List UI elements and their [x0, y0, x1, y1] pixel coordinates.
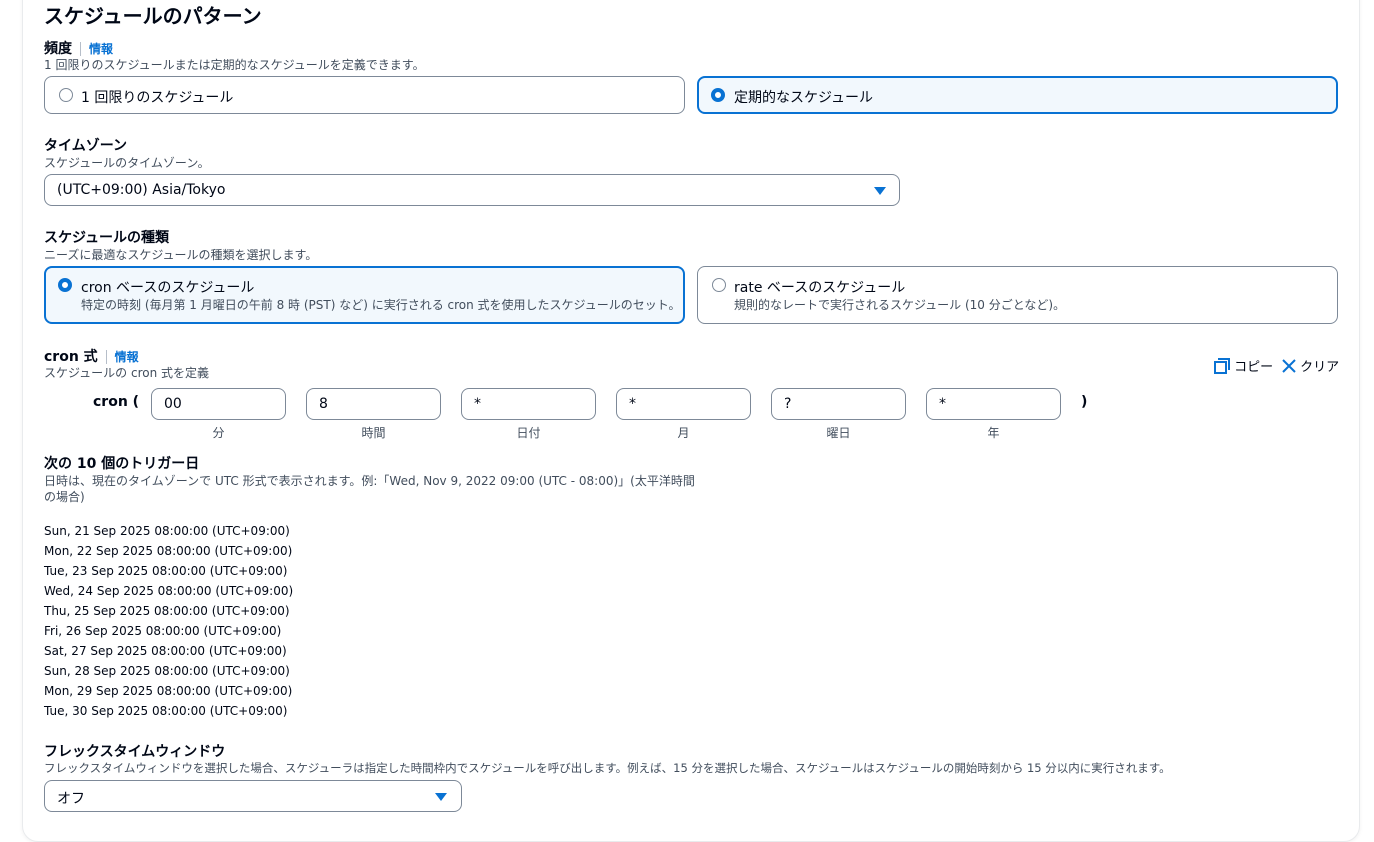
one-time-schedule-tile[interactable]: 1 回限りのスケジュール: [44, 76, 685, 114]
copy-icon: [1214, 358, 1230, 374]
cron-day-of-month-input[interactable]: [461, 388, 596, 420]
rate-radio[interactable]: [712, 278, 726, 292]
copy-button[interactable]: コピー: [1214, 356, 1273, 375]
cron-month-caption: 月: [677, 426, 690, 440]
cron-minutes-input[interactable]: [151, 388, 286, 420]
cron-label-row: cron 式 情報: [44, 346, 139, 366]
trigger-date: Wed, 24 Sep 2025 08:00:00 (UTC+09:00): [44, 584, 294, 598]
triggers-description-line2: の場合): [44, 490, 85, 504]
flex-window-label: フレックスタイムウィンドウ: [44, 744, 226, 760]
caret-down-icon: [874, 187, 886, 195]
frequency-label: 頻度: [44, 41, 72, 57]
trigger-date: Sat, 27 Sep 2025 08:00:00 (UTC+09:00): [44, 644, 287, 658]
clear-label: クリア: [1300, 360, 1340, 375]
schedule-type-description: ニーズに最適なスケジュールの種類を選択します。: [44, 248, 318, 262]
cron-day-of-week-input[interactable]: [771, 388, 906, 420]
frequency-description: 1 回限りのスケジュールまたは定期的なスケジュールを定義できます。: [44, 58, 425, 72]
frequency-info-link[interactable]: 情報: [89, 42, 113, 56]
trigger-date: Fri, 26 Sep 2025 08:00:00 (UTC+09:00): [44, 624, 282, 638]
cron-open-paren: cron (: [93, 394, 140, 410]
cron-tile-description: 特定の時刻 (毎月第 1 月曜日の午前 8 時 (PST) など) に実行される…: [81, 298, 681, 312]
one-time-label: 1 回限りのスケジュール: [81, 90, 234, 106]
caret-down-icon: [435, 793, 447, 801]
recurring-label: 定期的なスケジュール: [734, 90, 874, 106]
flex-window-value: オフ: [57, 791, 85, 807]
cron-schedule-tile[interactable]: cron ベースのスケジュール 特定の時刻 (毎月第 1 月曜日の午前 8 時 …: [44, 266, 685, 324]
timezone-value: (UTC+09:00) Asia/Tokyo: [57, 182, 226, 198]
cron-tile-title: cron ベースのスケジュール: [81, 280, 255, 296]
cron-day-of-week-caption: 曜日: [826, 426, 851, 440]
trigger-date: Sun, 21 Sep 2025 08:00:00 (UTC+09:00): [44, 524, 290, 538]
cron-day-of-month-caption: 日付: [516, 426, 541, 440]
frequency-label-row: 頻度 情報: [44, 38, 113, 58]
trigger-date: Thu, 25 Sep 2025 08:00:00 (UTC+09:00): [44, 604, 290, 618]
one-time-radio[interactable]: [59, 88, 73, 102]
divider: [80, 42, 81, 56]
rate-tile-title: rate ベースのスケジュール: [734, 280, 906, 296]
flex-window-select[interactable]: オフ: [44, 780, 462, 812]
schedule-type-label: スケジュールの種類: [44, 230, 170, 246]
cron-description: スケジュールの cron 式を定義: [44, 366, 210, 380]
cron-year-input[interactable]: [926, 388, 1061, 420]
cron-hours-input[interactable]: [306, 388, 441, 420]
divider: [105, 350, 107, 364]
cron-info-link[interactable]: 情報: [115, 350, 139, 364]
section-title: スケジュールのパターン: [44, 4, 262, 28]
rate-tile-description: 規則的なレートで実行されるスケジュール (10 分ごとなど)。: [734, 298, 1066, 312]
close-icon: [1282, 359, 1296, 373]
cron-year-caption: 年: [987, 426, 1000, 440]
cron-radio[interactable]: [58, 278, 72, 292]
trigger-date: Sun, 28 Sep 2025 08:00:00 (UTC+09:00): [44, 664, 290, 678]
trigger-date: Mon, 22 Sep 2025 08:00:00 (UTC+09:00): [44, 544, 293, 558]
timezone-label: タイムゾーン: [44, 138, 128, 154]
cron-month-input[interactable]: [616, 388, 751, 420]
triggers-description-line1: 日時は、現在のタイムゾーンで UTC 形式で表示されます。例:「Wed, Nov…: [44, 474, 695, 488]
cron-close-paren: ): [1081, 394, 1088, 410]
recurring-schedule-tile[interactable]: 定期的なスケジュール: [697, 76, 1338, 114]
cron-label: cron 式: [44, 349, 98, 365]
flex-window-description: フレックスタイムウィンドウを選択した場合、スケジューラは指定した時間枠内でスケジ…: [44, 761, 1171, 775]
cron-minutes-caption: 分: [212, 426, 225, 440]
trigger-date: Tue, 30 Sep 2025 08:00:00 (UTC+09:00): [44, 704, 288, 718]
timezone-select[interactable]: (UTC+09:00) Asia/Tokyo: [44, 174, 900, 206]
trigger-date: Mon, 29 Sep 2025 08:00:00 (UTC+09:00): [44, 684, 293, 698]
copy-label: コピー: [1234, 360, 1274, 375]
timezone-description: スケジュールのタイムゾーン。: [44, 156, 210, 170]
recurring-radio[interactable]: [711, 88, 725, 102]
trigger-date: Tue, 23 Sep 2025 08:00:00 (UTC+09:00): [44, 564, 288, 578]
clear-button[interactable]: クリア: [1282, 356, 1339, 375]
triggers-label: 次の 10 個のトリガー日: [44, 456, 200, 472]
cron-hours-caption: 時間: [361, 426, 386, 440]
rate-schedule-tile[interactable]: rate ベースのスケジュール 規則的なレートで実行されるスケジュール (10 …: [697, 266, 1338, 324]
